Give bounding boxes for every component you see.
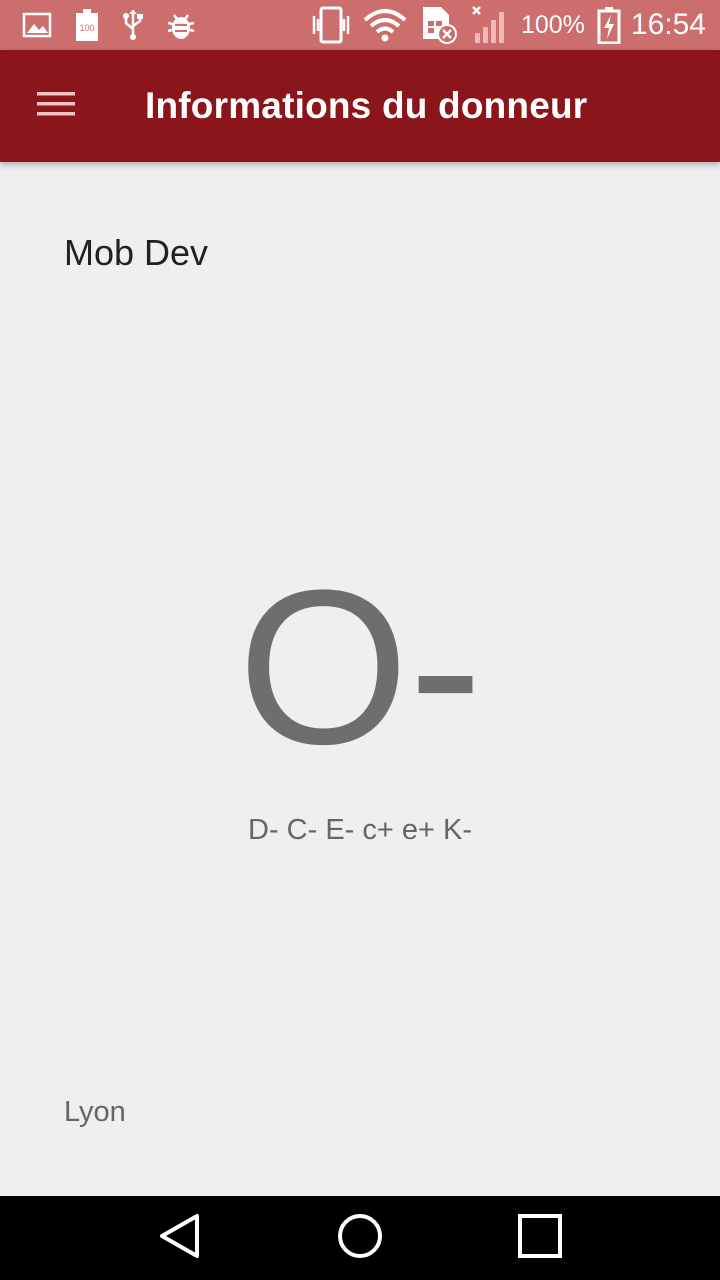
bug-icon xyxy=(166,9,196,41)
recents-icon xyxy=(518,1213,562,1263)
wifi-icon xyxy=(363,8,407,42)
status-right-icons: 100% 16:54 xyxy=(299,5,706,45)
menu-button[interactable] xyxy=(0,50,112,162)
battery-charging-icon xyxy=(597,6,621,44)
home-icon xyxy=(337,1213,383,1264)
status-left-icons: 100 xyxy=(22,8,218,42)
hamburger-menu-icon xyxy=(37,90,75,123)
vibrate-icon xyxy=(311,6,351,44)
app-bar: Informations du donneur xyxy=(0,50,720,162)
clock: 16:54 xyxy=(630,8,706,41)
donor-info-panel: Mob Dev O- D- C- E- c+ e+ K- Lyon xyxy=(0,162,720,1196)
image-icon xyxy=(22,11,52,39)
svg-text:100: 100 xyxy=(79,23,94,33)
home-button[interactable] xyxy=(320,1198,400,1278)
back-button[interactable] xyxy=(140,1198,220,1278)
phenotype: D- C- E- c+ e+ K- xyxy=(248,814,472,846)
recents-button[interactable] xyxy=(500,1198,580,1278)
blood-group: O- xyxy=(237,544,483,790)
back-icon xyxy=(158,1213,202,1264)
sim-error-icon xyxy=(419,5,459,45)
signal-icon xyxy=(471,5,511,45)
usb-icon xyxy=(122,9,144,41)
battery-100-icon: 100 xyxy=(74,8,100,42)
donor-name: Mob Dev xyxy=(64,232,209,273)
page-title: Informations du donneur xyxy=(145,85,588,126)
donor-city: Lyon xyxy=(64,1096,126,1128)
navigation-bar xyxy=(0,1196,720,1280)
battery-percent: 100% xyxy=(520,10,585,39)
status-bar: 100 100% 16:54 xyxy=(0,0,720,50)
